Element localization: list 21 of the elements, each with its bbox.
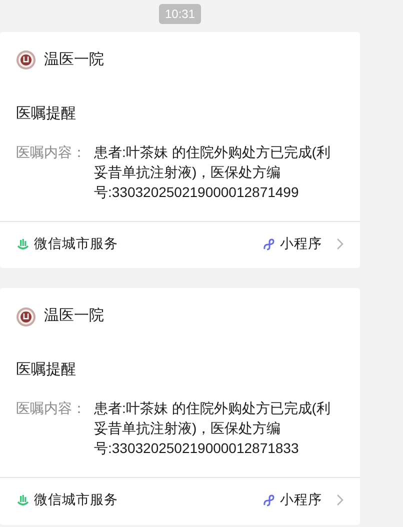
field-label: 医嘱内容： — [16, 143, 87, 162]
field-value: 患者:叶茶妹 的住院外购处方已完成(利妥昔单抗注射液)，医保处方编号:330320250219000012871833 — [94, 399, 332, 458]
city-service-icon — [16, 493, 30, 508]
service-name: 微信城市服务 — [34, 491, 118, 510]
service-name: 微信城市服务 — [34, 235, 118, 253]
mini-program-link[interactable]: 小程序 — [263, 490, 344, 510]
timestamp: 10:31 — [158, 4, 202, 24]
sender-name: 温医一院 — [44, 306, 104, 326]
hospital-logo-icon — [16, 306, 36, 326]
chevron-right-icon — [336, 494, 344, 506]
message-title: 医嘱提醒 — [15, 104, 77, 124]
message-title: 医嘱提醒 — [15, 360, 77, 380]
hospital-logo-icon — [16, 50, 36, 70]
chevron-right-icon — [336, 238, 344, 250]
field-label: 医嘱内容： — [16, 399, 87, 418]
mini-program-icon — [263, 494, 276, 507]
sender-name: 温医一院 — [44, 50, 104, 70]
city-service-icon — [16, 237, 30, 252]
field-value: 患者:叶茶妹 的住院外购处方已完成(利妥昔单抗注射液)，医保处方编号:330320250219000012871499 — [94, 143, 332, 202]
mini-program-icon — [263, 238, 276, 251]
mini-program-link[interactable]: 小程序 — [263, 234, 344, 254]
